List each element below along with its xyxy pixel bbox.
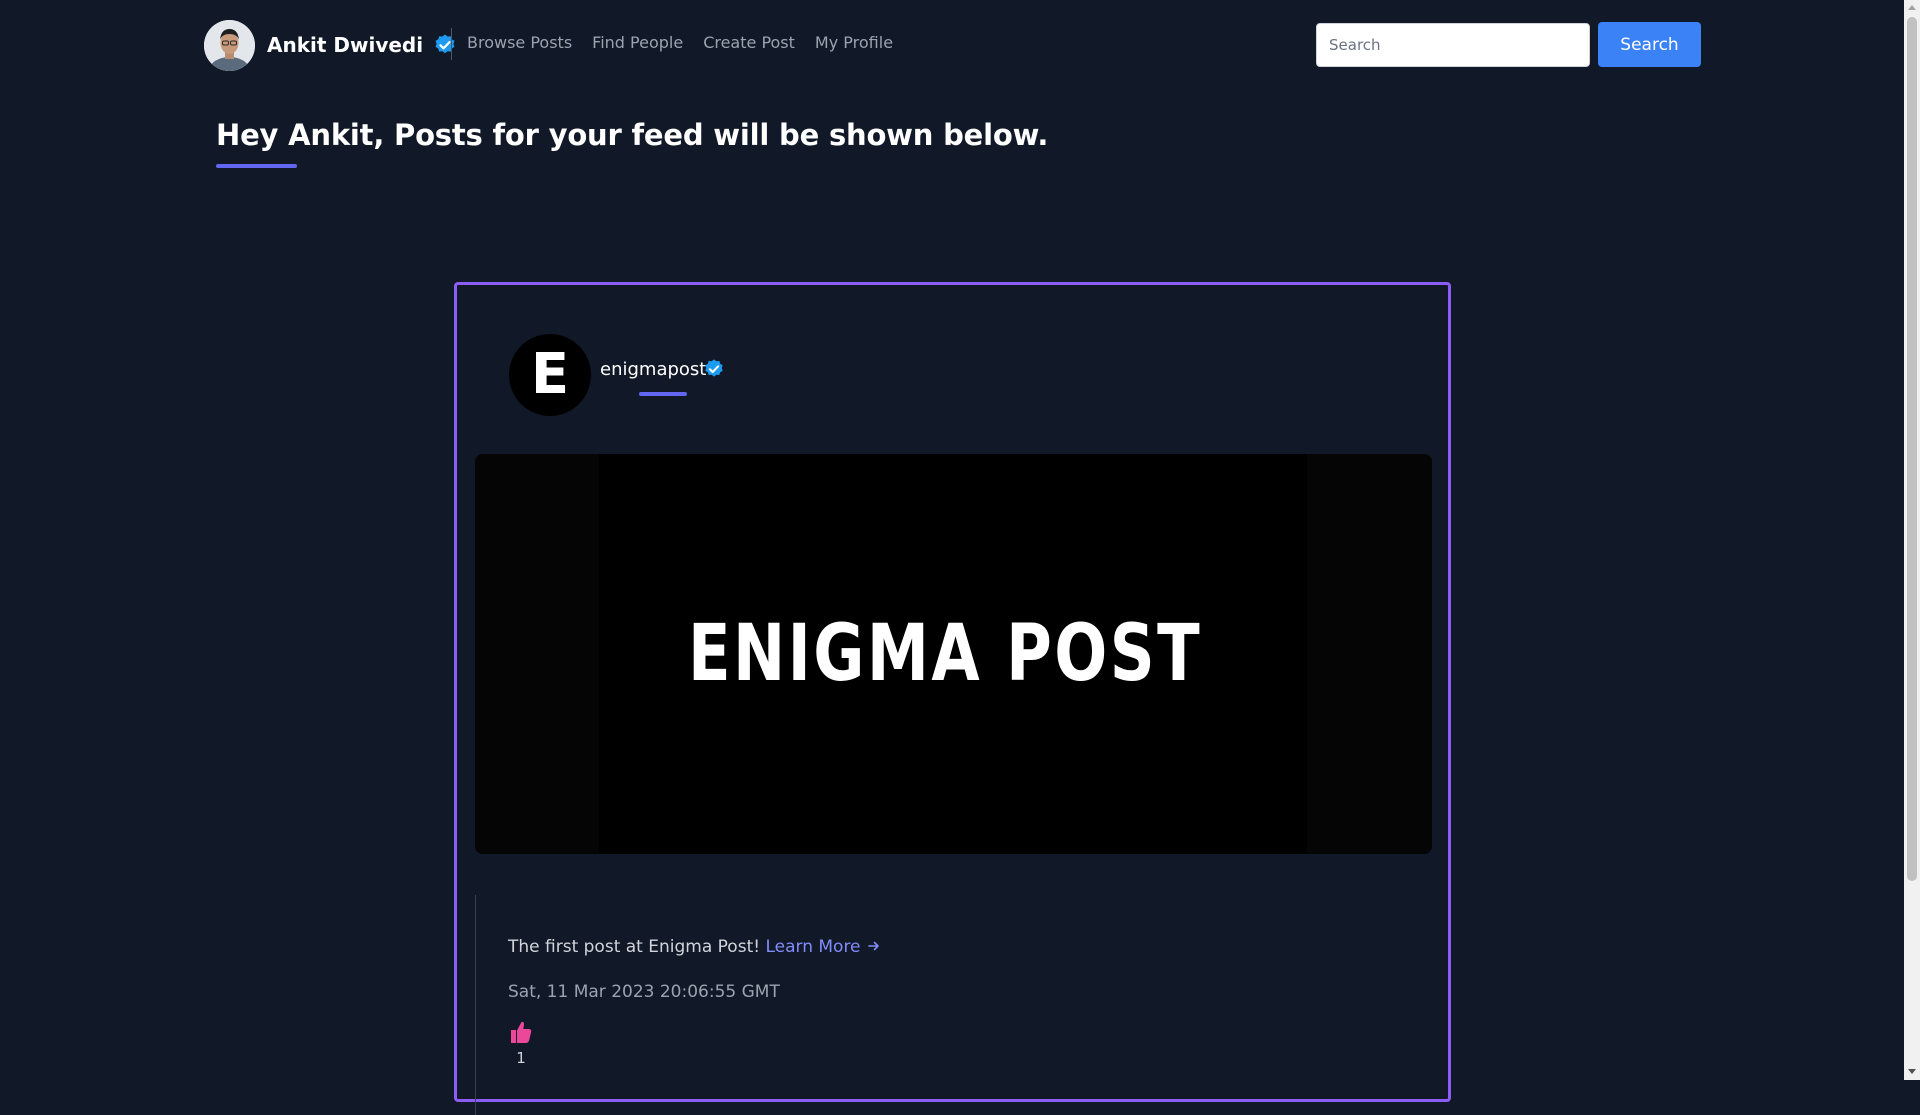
title-underline bbox=[216, 164, 297, 168]
nav-create-post[interactable]: Create Post bbox=[703, 33, 795, 52]
like-count: 1 bbox=[516, 1049, 526, 1067]
post-image-logo-text: ENIGMA POST bbox=[687, 609, 1203, 699]
post-author-avatar[interactable]: E bbox=[509, 334, 591, 416]
nav-find-people[interactable]: Find People bbox=[592, 33, 683, 52]
post-text: The first post at Enigma Post! bbox=[508, 937, 761, 957]
scroll-down-icon[interactable] bbox=[1908, 1069, 1916, 1074]
nav-my-profile[interactable]: My Profile bbox=[815, 33, 893, 52]
post-image: ENIGMA POST bbox=[475, 454, 1432, 854]
verified-badge-icon bbox=[705, 359, 723, 377]
user-avatar bbox=[204, 19, 255, 71]
post-card: E enigmapost ENIGMA POST The first post … bbox=[454, 282, 1451, 1115]
verified-badge-icon bbox=[435, 34, 455, 54]
profile-brand-link[interactable]: Ankit Dwivedi bbox=[204, 19, 457, 71]
scrollbar-thumb[interactable] bbox=[1907, 17, 1917, 881]
post-text-line: The first post at Enigma Post! Learn Mor… bbox=[508, 937, 881, 957]
main-nav: Browse Posts Find People Create Post My … bbox=[467, 33, 893, 52]
image-edge-right bbox=[1307, 454, 1432, 854]
post-username[interactable]: enigmapost bbox=[600, 359, 706, 380]
avatar-photo-icon bbox=[204, 19, 255, 71]
username-underline bbox=[639, 392, 687, 396]
learn-more-link[interactable]: Learn More bbox=[765, 937, 880, 957]
scroll-up-icon[interactable] bbox=[1908, 5, 1916, 10]
search-input[interactable] bbox=[1316, 23, 1590, 67]
arrow-right-icon bbox=[867, 941, 879, 951]
top-navbar: Ankit Dwivedi Browse Posts Find People C… bbox=[0, 0, 1904, 90]
learn-more-label: Learn More bbox=[765, 937, 861, 957]
thumbs-up-icon bbox=[511, 1021, 532, 1043]
post-body: The first post at Enigma Post! Learn Mor… bbox=[475, 895, 1432, 1115]
search-button[interactable]: Search bbox=[1598, 22, 1701, 67]
page-scrollbar[interactable] bbox=[1904, 0, 1920, 1080]
header-divider bbox=[451, 28, 452, 60]
user-name: Ankit Dwivedi bbox=[267, 33, 424, 57]
page-title: Hey Ankit, Posts for your feed will be s… bbox=[216, 118, 1049, 152]
post-date: Sat, 11 Mar 2023 20:06:55 GMT bbox=[508, 982, 780, 1002]
nav-browse-posts[interactable]: Browse Posts bbox=[467, 33, 572, 52]
like-button[interactable] bbox=[508, 1018, 534, 1046]
